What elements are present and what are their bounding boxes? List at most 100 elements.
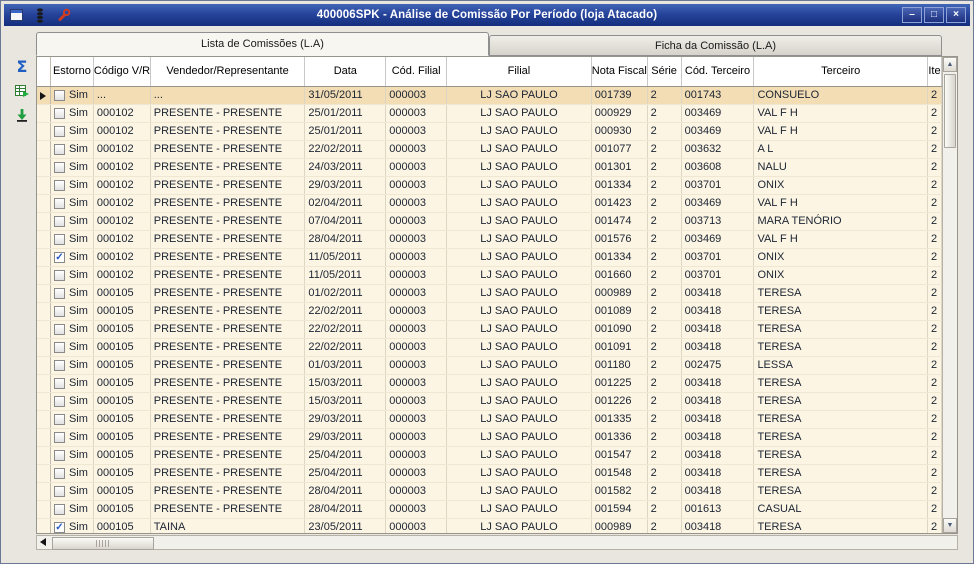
row-selector[interactable] xyxy=(37,177,51,194)
title-bar[interactable]: 400006SPK - Análise de Comissão Por Perí… xyxy=(4,4,970,26)
column-header-item[interactable]: Ite xyxy=(928,57,942,86)
row-selector[interactable] xyxy=(37,483,51,500)
table-row[interactable]: Sim...... 31/05/2011 000003 LJ SAO PAULO 001… xyxy=(37,87,942,105)
estorno-checkbox[interactable] xyxy=(53,324,65,335)
estorno-checkbox[interactable]: ✓ xyxy=(53,252,65,263)
vertical-scrollbar[interactable]: ▲ ▼ xyxy=(942,57,957,533)
table-row[interactable]: Sim 000102 PRESENTE - PRESENTE 28/04/2011 00… xyxy=(37,231,942,249)
estorno-checkbox[interactable] xyxy=(53,360,65,371)
row-selector[interactable] xyxy=(37,411,51,428)
row-selector[interactable] xyxy=(37,105,51,122)
row-selector[interactable] xyxy=(37,429,51,446)
table-row[interactable]: Sim 000105 PRESENTE - PRESENTE 22/02/2011 00… xyxy=(37,321,942,339)
row-selector[interactable] xyxy=(37,393,51,410)
column-header-cod-filial[interactable]: Cód. Filial xyxy=(386,57,448,86)
tab-lista-de-comissoes[interactable]: Lista de Comissões (L.A) xyxy=(36,32,489,56)
table-row[interactable]: Sim 000102 PRESENTE - PRESENTE 07/04/2011 00… xyxy=(37,213,942,231)
export-down-icon[interactable] xyxy=(12,105,32,124)
row-selector[interactable] xyxy=(37,195,51,212)
row-selector[interactable] xyxy=(37,321,51,338)
table-row[interactable]: Sim 000105 PRESENTE - PRESENTE 01/02/2011 00… xyxy=(37,285,942,303)
wrench-icon[interactable] xyxy=(56,7,72,23)
table-row[interactable]: Sim 000105 PRESENTE - PRESENTE 25/04/2011 00… xyxy=(37,465,942,483)
tab-ficha-da-comissao[interactable]: Ficha da Comissão (L.A) xyxy=(489,35,942,56)
estorno-checkbox[interactable] xyxy=(53,486,65,497)
table-row[interactable]: Sim 000102 PRESENTE - PRESENTE 25/01/2011 00… xyxy=(37,105,942,123)
table-row[interactable]: Sim 000102 PRESENTE - PRESENTE 24/03/2011 00… xyxy=(37,159,942,177)
column-header-codigo-vr[interactable]: Código V/R xyxy=(94,57,151,86)
estorno-checkbox[interactable] xyxy=(53,162,65,173)
row-selector[interactable] xyxy=(37,303,51,320)
estorno-checkbox[interactable] xyxy=(53,468,65,479)
table-row[interactable]: Sim 000105 PRESENTE - PRESENTE 28/04/2011 00… xyxy=(37,501,942,519)
row-selector[interactable] xyxy=(37,87,51,104)
estorno-checkbox[interactable] xyxy=(53,234,65,245)
column-header-nota-fiscal[interactable]: Nota Fiscal xyxy=(592,57,648,86)
form-icon[interactable] xyxy=(8,7,24,23)
table-row[interactable]: Sim 000105 PRESENTE - PRESENTE 28/04/2011 00… xyxy=(37,483,942,501)
row-selector[interactable] xyxy=(37,267,51,284)
estorno-checkbox[interactable] xyxy=(53,504,65,515)
scroll-down-icon[interactable]: ▼ xyxy=(943,518,957,533)
scroll-up-icon[interactable]: ▲ xyxy=(943,57,957,72)
table-row[interactable]: Sim 000102 PRESENTE - PRESENTE 25/01/2011 00… xyxy=(37,123,942,141)
column-header-vendedor[interactable]: Vendedor/Representante xyxy=(151,57,306,86)
table-row[interactable]: Sim 000105 PRESENTE - PRESENTE 29/03/2011 00… xyxy=(37,429,942,447)
column-header-terceiro[interactable]: Terceiro xyxy=(754,57,929,86)
column-header-estorno[interactable]: Estorno xyxy=(51,57,94,86)
column-header-serie[interactable]: Série xyxy=(648,57,682,86)
estorno-checkbox[interactable] xyxy=(53,180,65,191)
horizontal-scroll-thumb[interactable] xyxy=(52,537,154,550)
estorno-checkbox[interactable] xyxy=(53,216,65,227)
beads-icon[interactable] xyxy=(32,7,48,23)
column-header-data[interactable]: Data xyxy=(305,57,387,86)
table-row[interactable]: Sim 000102 PRESENTE - PRESENTE 22/02/2011 00… xyxy=(37,141,942,159)
row-selector[interactable] xyxy=(37,339,51,356)
table-row[interactable]: Sim 000105 PRESENTE - PRESENTE 22/02/2011 00… xyxy=(37,303,942,321)
vertical-scroll-thumb[interactable] xyxy=(944,74,956,148)
row-selector[interactable] xyxy=(37,141,51,158)
estorno-checkbox[interactable] xyxy=(53,270,65,281)
row-selector[interactable] xyxy=(37,231,51,248)
row-selector[interactable] xyxy=(37,519,51,533)
row-selector[interactable] xyxy=(37,501,51,518)
close-button[interactable]: × xyxy=(946,7,966,23)
estorno-checkbox[interactable] xyxy=(53,450,65,461)
row-selector[interactable] xyxy=(37,213,51,230)
row-selector[interactable] xyxy=(37,285,51,302)
table-row[interactable]: Sim 000105 PRESENTE - PRESENTE 22/02/2011 00… xyxy=(37,339,942,357)
row-selector[interactable] xyxy=(37,465,51,482)
estorno-checkbox[interactable] xyxy=(53,108,65,119)
estorno-checkbox[interactable]: ✓ xyxy=(53,522,65,533)
maximize-button[interactable]: □ xyxy=(924,7,944,23)
row-selector[interactable] xyxy=(37,357,51,374)
estorno-checkbox[interactable] xyxy=(53,198,65,209)
table-row[interactable]: Sim 000102 PRESENTE - PRESENTE 29/03/2011 00… xyxy=(37,177,942,195)
estorno-checkbox[interactable] xyxy=(53,126,65,137)
table-row[interactable]: Sim 000105 PRESENTE - PRESENTE 15/03/2011 00… xyxy=(37,375,942,393)
table-row[interactable]: Sim 000105 PRESENTE - PRESENTE 01/03/2011 00… xyxy=(37,357,942,375)
column-header-filial[interactable]: Filial xyxy=(447,57,592,86)
column-header-cod-terceiro[interactable]: Cód. Terceiro xyxy=(682,57,755,86)
estorno-checkbox[interactable] xyxy=(53,342,65,353)
horizontal-scrollbar[interactable] xyxy=(36,535,958,550)
table-row[interactable]: Sim 000105 PRESENTE - PRESENTE 29/03/2011 00… xyxy=(37,411,942,429)
estorno-checkbox[interactable] xyxy=(53,90,65,101)
table-row[interactable]: ✓ Sim 000105 TAINA 23/05/2011 000003 LJ SAO PA… xyxy=(37,519,942,533)
row-selector[interactable] xyxy=(37,159,51,176)
export-grid-icon[interactable] xyxy=(12,81,32,100)
row-selector[interactable] xyxy=(37,249,51,266)
estorno-checkbox[interactable] xyxy=(53,306,65,317)
estorno-checkbox[interactable] xyxy=(53,414,65,425)
row-selector[interactable] xyxy=(37,447,51,464)
estorno-checkbox[interactable] xyxy=(53,288,65,299)
table-row[interactable]: Sim 000102 PRESENTE - PRESENTE 02/04/2011 00… xyxy=(37,195,942,213)
estorno-checkbox[interactable] xyxy=(53,144,65,155)
sum-icon[interactable]: Σ xyxy=(12,57,32,76)
estorno-checkbox[interactable] xyxy=(53,396,65,407)
minimize-button[interactable]: – xyxy=(902,7,922,23)
row-selector[interactable] xyxy=(37,123,51,140)
row-selector[interactable] xyxy=(37,375,51,392)
estorno-checkbox[interactable] xyxy=(53,378,65,389)
table-row[interactable]: Sim 000105 PRESENTE - PRESENTE 25/04/2011 00… xyxy=(37,447,942,465)
